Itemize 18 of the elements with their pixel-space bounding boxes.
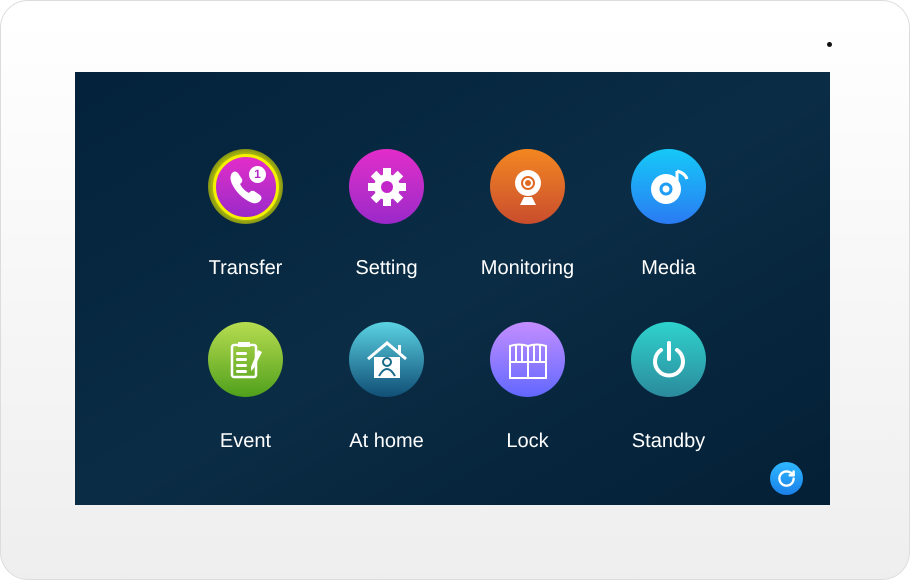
menu-tile[interactable]: Event bbox=[175, 322, 316, 453]
menu-tile[interactable]: At home bbox=[316, 322, 457, 453]
menu-tile[interactable]: Monitoring bbox=[457, 149, 598, 280]
menu-tile[interactable]: Standby bbox=[598, 322, 739, 453]
tile-label: Monitoring bbox=[480, 256, 574, 280]
refresh-button[interactable] bbox=[770, 462, 803, 495]
tile-label: Setting bbox=[355, 256, 418, 280]
menu-tile[interactable]: Setting bbox=[316, 149, 457, 280]
menu-tile[interactable]: Lock bbox=[457, 322, 598, 453]
tile-label: Transfer bbox=[208, 256, 282, 280]
tile-label: Lock bbox=[506, 429, 549, 453]
tile-label: Standby bbox=[632, 429, 706, 453]
menu-tile[interactable]: Media bbox=[598, 149, 739, 280]
tile-label: Event bbox=[220, 429, 272, 453]
tile-label: Media bbox=[641, 256, 696, 280]
refresh-icon bbox=[777, 469, 796, 488]
tile-label: At home bbox=[349, 429, 424, 453]
menu-tile[interactable]: 1 Transfer bbox=[175, 149, 316, 280]
